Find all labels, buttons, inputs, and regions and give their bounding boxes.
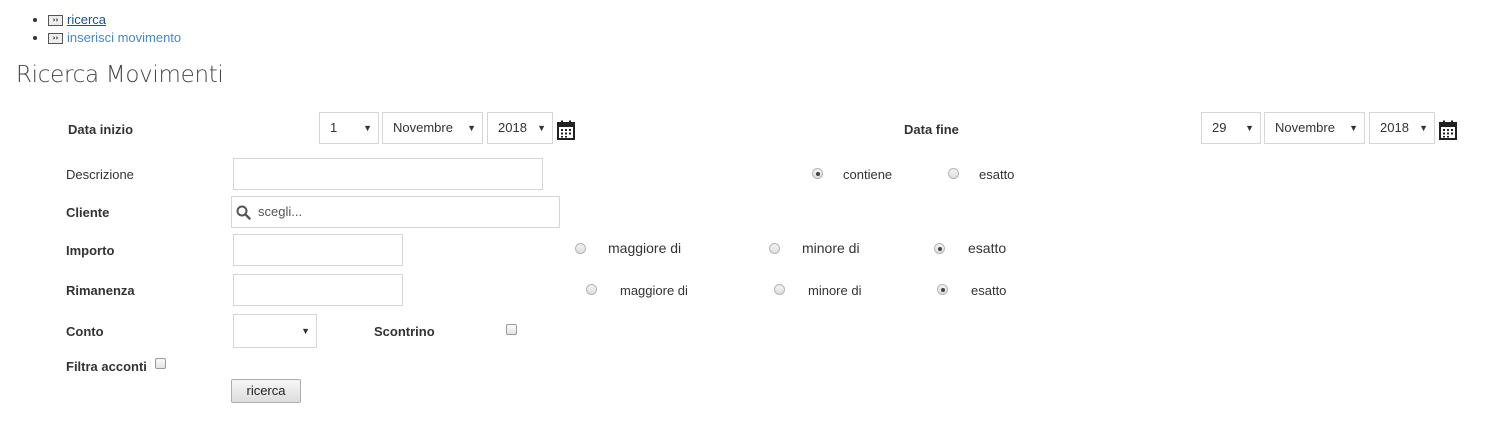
account-select[interactable]: ▼ <box>233 314 317 348</box>
amount-greater-radio[interactable] <box>575 243 586 254</box>
client-label: Cliente <box>66 205 110 220</box>
end-day-value: 29 <box>1212 120 1227 135</box>
chevron-down-icon: ▼ <box>1245 123 1254 133</box>
start-month-value: Novembre <box>393 120 453 135</box>
chevron-down-icon: ▼ <box>537 123 546 133</box>
amount-less-radio[interactable] <box>769 243 780 254</box>
start-day-select[interactable]: 1 ▼ <box>319 112 379 144</box>
double-chevron-right-icon: ›› <box>48 33 63 45</box>
description-exact-radio[interactable] <box>948 168 959 179</box>
chevron-down-icon: ▼ <box>301 326 310 336</box>
receipt-label: Scontrino <box>374 324 435 339</box>
remainder-label: Rimanenza <box>66 283 135 298</box>
start-month-select[interactable]: Novembre ▼ <box>382 112 483 144</box>
start-year-value: 2018 <box>498 120 527 135</box>
start-day-value: 1 <box>330 120 338 135</box>
end-year-value: 2018 <box>1380 120 1409 135</box>
nav-item-inserisci-movimento: ›› inserisci movimento <box>48 29 181 47</box>
client-search-placeholder: scegli... <box>258 204 303 219</box>
chevron-down-icon: ▼ <box>467 123 476 133</box>
nav-link-ricerca[interactable]: ricerca <box>67 12 106 27</box>
end-date-label: Data fine <box>904 122 959 137</box>
amount-exact-radio[interactable] <box>934 243 945 254</box>
nav-list: ›› ricerca ›› inserisci movimento <box>30 11 181 47</box>
double-chevron-right-icon: ›› <box>48 15 63 27</box>
description-input[interactable] <box>233 158 543 190</box>
amount-exact-label: esatto <box>968 240 1007 256</box>
start-year-select[interactable]: 2018 ▼ <box>487 112 553 144</box>
search-icon <box>236 205 251 220</box>
end-day-select[interactable]: 29 ▼ <box>1201 112 1261 144</box>
description-contains-label: contiene <box>843 167 893 182</box>
start-date-label: Data inizio <box>68 122 134 137</box>
amount-greater-label: maggiore di <box>608 240 682 256</box>
remainder-less-radio[interactable] <box>774 284 785 295</box>
remainder-less-label: minore di <box>808 283 862 298</box>
filter-deposits-checkbox[interactable] <box>155 358 166 369</box>
end-month-select[interactable]: Novembre ▼ <box>1264 112 1365 144</box>
remainder-greater-radio[interactable] <box>586 284 597 295</box>
nav-item-ricerca: ›› ricerca <box>48 11 181 29</box>
client-search-field[interactable]: scegli... <box>231 196 560 228</box>
remainder-exact-label: esatto <box>971 283 1007 298</box>
remainder-greater-label: maggiore di <box>620 283 688 298</box>
filter-deposits-label: Filtra acconti <box>66 359 147 374</box>
receipt-checkbox[interactable] <box>506 324 517 335</box>
remainder-exact-radio[interactable] <box>937 284 948 295</box>
chevron-down-icon: ▼ <box>363 123 372 133</box>
end-month-value: Novembre <box>1275 120 1335 135</box>
amount-label: Importo <box>66 243 115 258</box>
nav-link-inserisci-movimento[interactable]: inserisci movimento <box>67 30 181 45</box>
amount-input[interactable] <box>233 234 403 266</box>
calendar-icon[interactable] <box>557 120 575 140</box>
search-button[interactable]: ricerca <box>231 379 301 403</box>
chevron-down-icon: ▼ <box>1349 123 1358 133</box>
end-year-select[interactable]: 2018 ▼ <box>1369 112 1435 144</box>
chevron-down-icon: ▼ <box>1419 123 1428 133</box>
page-title: Ricerca Movimenti <box>16 62 224 88</box>
account-label: Conto <box>66 324 104 339</box>
amount-less-label: minore di <box>802 240 860 256</box>
description-exact-label: esatto <box>979 167 1015 182</box>
remainder-input[interactable] <box>233 274 403 306</box>
calendar-icon[interactable] <box>1439 120 1457 140</box>
description-contains-radio[interactable] <box>812 168 823 179</box>
description-label: Descrizione <box>66 167 134 182</box>
